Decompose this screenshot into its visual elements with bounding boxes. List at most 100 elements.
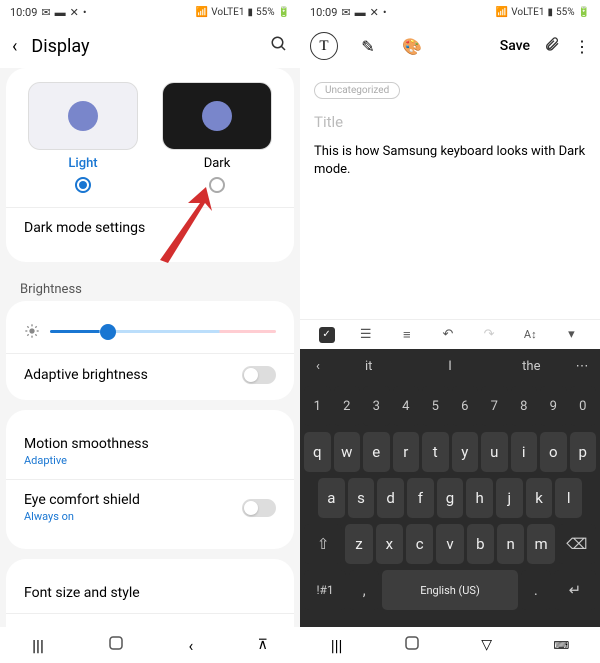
suggestion-2[interactable]: I [409,359,490,374]
key-4[interactable]: 4 [393,386,420,426]
note-title-field[interactable]: Title [314,113,586,131]
nav-accessibility-icon[interactable]: ⊼ [258,637,268,653]
font-size-icon[interactable]: A↕ [520,325,540,345]
key-h[interactable]: h [466,478,493,518]
key-period[interactable]: . [521,570,551,610]
wifi-icon: 📶 [196,7,208,18]
attach-icon[interactable] [544,36,560,56]
key-m[interactable]: m [527,524,554,564]
notif-icon3: ✕ [70,6,79,19]
key-y[interactable]: y [452,432,479,472]
save-button[interactable]: Save [500,38,530,54]
motion-smoothness-item[interactable]: Motion smoothness Adaptive [20,424,280,479]
pen-tool-icon[interactable]: ✎ [354,32,382,60]
key-t[interactable]: t [422,432,449,472]
checkbox-tool-icon[interactable]: ✓ [319,327,335,343]
adaptive-brightness-toggle[interactable] [242,366,276,384]
nav-keyboard-icon-r[interactable]: ⌨ [553,639,569,652]
key-a[interactable]: a [318,478,345,518]
key-z[interactable]: z [345,524,372,564]
collapse-icon[interactable]: ▾ [561,325,581,345]
theme-label-dark: Dark [204,156,231,171]
nav-recents-icon-r[interactable]: ||| [331,636,343,655]
zoom-item[interactable]: Screen zoom [20,614,280,627]
search-icon[interactable] [270,35,288,57]
brightness-section-title: Brightness [6,272,294,301]
key-f[interactable]: f [407,478,434,518]
nav-back-icon[interactable]: ‹ [188,636,193,655]
suggest-more-icon[interactable]: ⋯ [572,359,592,374]
key-x[interactable]: x [376,524,403,564]
key-9[interactable]: 9 [540,386,567,426]
back-icon[interactable]: ‹ [12,36,17,57]
key-k[interactable]: k [526,478,553,518]
key-e[interactable]: e [363,432,390,472]
settings-list[interactable]: Light Dark Dark mode settings Brightness… [0,68,300,627]
suggest-expand-icon[interactable]: ‹ [308,359,328,374]
key-2[interactable]: 2 [334,386,361,426]
key-5[interactable]: 5 [422,386,449,426]
key-8[interactable]: 8 [511,386,538,426]
theme-option-dark[interactable]: Dark [154,82,280,193]
note-text[interactable]: This is how Samsung keyboard looks with … [314,143,586,179]
redo-icon[interactable]: ↷ [479,325,499,345]
theme-radio-light[interactable] [75,177,91,193]
key-o[interactable]: o [540,432,567,472]
key-7[interactable]: 7 [481,386,508,426]
eye-comfort-toggle[interactable] [242,499,276,517]
key-0[interactable]: 0 [570,386,597,426]
nav-recents-icon[interactable]: ||| [32,636,44,655]
palette-tool-icon[interactable]: 🎨 [398,32,426,60]
key-b[interactable]: b [467,524,494,564]
status-time: 10:09 [10,6,37,19]
key-1[interactable]: 1 [304,386,331,426]
note-body[interactable]: Uncategorized Title This is how Samsung … [300,68,600,189]
motion-label: Motion smoothness [24,436,276,452]
nav-bar: ||| ‹ ⊼ [0,627,300,663]
theme-preview-light [28,82,138,150]
nav-home-icon[interactable] [108,635,124,655]
numbered-list-icon[interactable]: ≡ [397,325,417,345]
key-c[interactable]: c [406,524,433,564]
eye-comfort-item[interactable]: Eye comfort shield Always on [20,480,280,535]
key-backspace[interactable]: ⌫ [558,524,596,564]
key-s[interactable]: s [348,478,375,518]
key-space[interactable]: English (US) [382,570,517,610]
key-g[interactable]: g [437,478,464,518]
key-3[interactable]: 3 [363,386,390,426]
nav-home-icon-r[interactable] [404,635,420,655]
battery-label-r: 55% [556,7,575,18]
key-r[interactable]: r [393,432,420,472]
key-w[interactable]: w [334,432,361,472]
key-n[interactable]: n [497,524,524,564]
undo-icon[interactable]: ↶ [438,325,458,345]
key-q[interactable]: q [304,432,331,472]
key-shift[interactable]: ⇧ [304,524,342,564]
theme-option-light[interactable]: Light [20,82,146,193]
font-item[interactable]: Font size and style [20,573,280,613]
nav-back-icon-r[interactable]: ▽ [481,637,492,653]
key-comma[interactable]: , [349,570,379,610]
suggestion-1[interactable]: it [328,359,409,374]
adaptive-brightness-item[interactable]: Adaptive brightness [20,354,280,396]
key-6[interactable]: 6 [452,386,479,426]
key-i[interactable]: i [511,432,538,472]
status-bar: 10:09 ✉ ▬ ✕ • 📶 VoLTE1 ▮ 55% 🔋 [0,0,300,24]
bullet-list-icon[interactable]: ☰ [356,325,376,345]
suggestion-3[interactable]: the [491,359,572,374]
key-j[interactable]: j [496,478,523,518]
key-d[interactable]: d [377,478,404,518]
brightness-slider[interactable] [50,330,276,333]
key-v[interactable]: v [436,524,463,564]
key-l[interactable]: l [555,478,582,518]
category-tag[interactable]: Uncategorized [314,82,400,99]
text-tool-icon[interactable]: T [310,32,338,60]
sun-icon [24,323,40,339]
key-enter[interactable]: ↵ [554,570,596,610]
key-p[interactable]: p [570,432,597,472]
more-icon[interactable]: ⋮ [574,37,590,56]
battery-icon: 🔋 [278,7,290,18]
key-u[interactable]: u [481,432,508,472]
key-symbols[interactable]: !#1 [304,570,346,610]
eye-label: Eye comfort shield [24,492,140,508]
